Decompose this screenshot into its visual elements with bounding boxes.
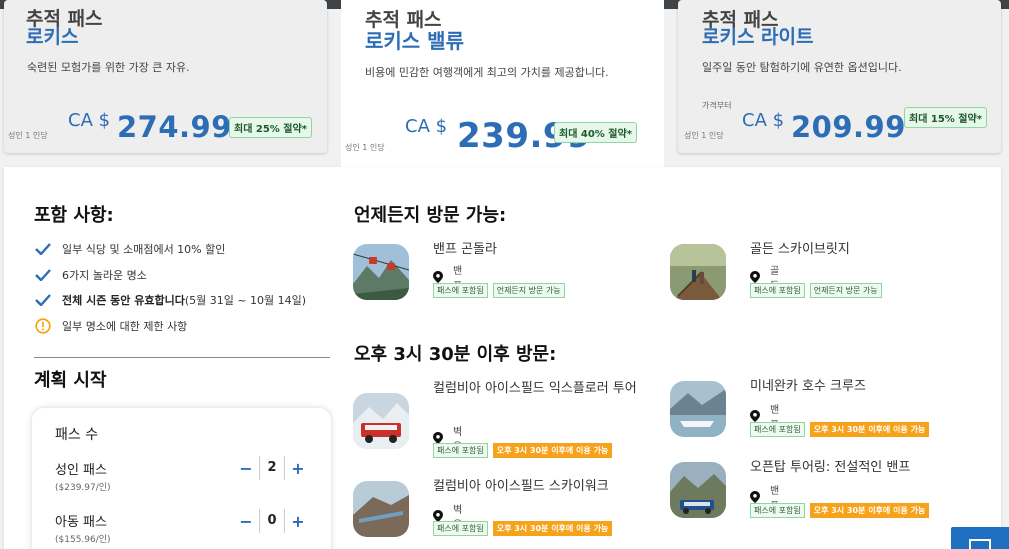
after-330-tag: 오후 3시 30분 이후에 이용 가능 — [492, 521, 613, 536]
price-from-label: 가격부터 — [702, 101, 732, 110]
adult-pass-price: ($239.97/인) — [55, 483, 111, 493]
attraction-image — [670, 462, 726, 518]
included-item-text: (5월 31일 ~ 10월 14일) — [184, 294, 307, 307]
adult-quantity-stepper[interactable]: − 2 + — [237, 456, 307, 480]
attraction-tags: 패스에 포함됨 오후 3시 30분 이후에 이용 가능 — [433, 521, 613, 536]
child-count[interactable]: 0 — [259, 509, 285, 533]
restrictions-link[interactable]: 일부 명소에 대한 제한 사항 — [62, 318, 187, 334]
chat-icon — [969, 539, 991, 549]
per-person-label: 성인 1 인당 — [8, 131, 48, 140]
attraction-name[interactable]: 밴프 곤돌라 — [433, 240, 658, 259]
child-pass-price: ($155.96/인) — [55, 535, 111, 545]
card-title: 로키스 라이트 — [702, 26, 814, 48]
included-tag: 패스에 포함됨 — [750, 422, 805, 437]
pass-count-box: 패스 수 성인 패스 ($239.97/인) − 2 + 아동 패스 ($155… — [32, 408, 331, 549]
adult-count[interactable]: 2 — [259, 456, 285, 480]
location-pin-icon — [750, 271, 760, 283]
included-tag: 패스에 포함됨 — [433, 283, 488, 298]
pass-card-rockies-lite[interactable]: 추적 패스 로키스 라이트 일주일 동안 탐험하기에 유연한 옵션입니다. 가격… — [678, 0, 1001, 153]
attraction-tags: 패스에 포함됨 오후 3시 30분 이후에 이용 가능 — [750, 503, 930, 518]
attraction-image — [353, 481, 409, 537]
price-value: 274.99 — [117, 110, 232, 144]
plus-button[interactable]: + — [289, 459, 307, 478]
child-pass-label: 아동 패스 — [55, 515, 107, 530]
pass-details-panel: 포함 사항: 일부 식당 및 소매점에서 10% 할인 6가지 놀라운 명소 전… — [4, 167, 1001, 549]
check-icon — [34, 240, 52, 258]
after-330-tag: 오후 3시 30분 이후에 이용 가능 — [492, 443, 613, 458]
price-value: 209.99 — [791, 110, 906, 144]
included-item-bold: 전체 시즌 동안 유효합니다 — [62, 294, 185, 307]
attraction-image — [353, 244, 409, 300]
check-icon — [34, 266, 52, 284]
location-pin-icon — [433, 271, 443, 283]
minus-button[interactable]: − — [237, 459, 255, 478]
attraction-name[interactable]: 컬럼비아 아이스필드 스카이워크 — [433, 477, 658, 496]
pass-card-rockies[interactable]: 추적 패스 로키스 숙련된 모험가를 위한 가장 큰 자유. CA $ 274.… — [4, 0, 327, 153]
per-person-label: 성인 1 인당 — [345, 143, 385, 152]
savings-badge: 최대 40% 절약* — [554, 122, 637, 143]
adult-pass-label: 성인 패스 — [55, 463, 107, 478]
card-description: 비용에 민감한 여행객에게 최고의 가치를 제공합니다. — [365, 66, 609, 79]
attraction-name[interactable]: 미네완카 호수 크루즈 — [750, 377, 975, 396]
after-330-tag: 오후 3시 30분 이후에 이용 가능 — [809, 503, 930, 518]
check-icon — [34, 291, 52, 309]
attraction-tags: 패스에 포함됨 오후 3시 30분 이후에 이용 가능 — [750, 422, 930, 437]
attraction-image — [353, 393, 409, 449]
card-title: 로키스 — [26, 26, 79, 48]
pass-count-title: 패스 수 — [55, 427, 99, 443]
attraction-image — [670, 381, 726, 437]
included-tag: 패스에 포함됨 — [433, 521, 488, 536]
card-title: 로키스 밸류 — [365, 29, 464, 53]
per-person-label: 성인 1 인당 — [684, 131, 724, 140]
location-pin-icon — [750, 491, 760, 503]
location-pin-icon — [750, 410, 760, 422]
alert-icon — [34, 317, 52, 335]
savings-badge: 최대 25% 절약* — [229, 117, 312, 138]
included-item[interactable]: 일부 명소에 대한 제한 사항 — [34, 317, 187, 335]
included-tag: 패스에 포함됨 — [750, 503, 805, 518]
included-tag: 패스에 포함됨 — [750, 283, 805, 298]
after-330-tag: 오후 3시 30분 이후에 이용 가능 — [809, 422, 930, 437]
card-pretitle: 추적 패스 — [365, 9, 442, 31]
included-item: 일부 식당 및 소매점에서 10% 할인 — [34, 240, 225, 258]
pass-card-rockies-value[interactable]: 추적 패스 로키스 밸류 비용에 민감한 여행객에게 최고의 가치를 제공합니다… — [341, 0, 664, 167]
attraction-name[interactable]: 오픈탑 투어링: 전설적인 밴프 — [750, 458, 975, 477]
card-description: 숙련된 모험가를 위한 가장 큰 자유. — [27, 61, 190, 74]
included-item: 전체 시즌 동안 유효합니다 (5월 31일 ~ 10월 14일) — [34, 291, 306, 309]
included-item-text: 6가지 놀라운 명소 — [62, 269, 147, 282]
attraction-tags: 패스에 포함됨 오후 3시 30분 이후에 이용 가능 — [433, 443, 613, 458]
divider — [34, 357, 330, 358]
anytime-tag: 언제든지 방문 가능 — [492, 283, 565, 298]
attraction-tags: 패스에 포함됨 언제든지 방문 가능 — [433, 283, 565, 298]
after-heading: 오후 3시 30분 이후 방문: — [354, 344, 557, 365]
included-tag: 패스에 포함됨 — [433, 443, 488, 458]
price-currency: CA $ — [742, 110, 785, 131]
plan-heading: 계획 시작 — [34, 370, 107, 391]
plus-button[interactable]: + — [289, 512, 307, 531]
child-quantity-stepper[interactable]: − 0 + — [237, 509, 307, 533]
included-item-text: 일부 식당 및 소매점에서 10% 할인 — [62, 243, 226, 256]
attraction-name[interactable]: 골든 스카이브릿지 — [750, 240, 975, 259]
attraction-tags: 패스에 포함됨 언제든지 방문 가능 — [750, 283, 882, 298]
anytime-heading: 언제든지 방문 가능: — [354, 205, 507, 226]
included-item: 6가지 놀라운 명소 — [34, 266, 147, 284]
card-description: 일주일 동안 탐험하기에 유연한 옵션입니다. — [702, 61, 902, 74]
savings-badge: 최대 15% 절약* — [904, 107, 987, 128]
attraction-image — [670, 244, 726, 300]
price-currency: CA $ — [68, 110, 111, 131]
price-currency: CA $ — [405, 116, 448, 137]
chat-widget-button[interactable] — [951, 527, 1009, 549]
minus-button[interactable]: − — [237, 512, 255, 531]
attraction-name[interactable]: 컬럼비아 아이스필드 익스플로러 투어 — [433, 379, 658, 398]
anytime-tag: 언제든지 방문 가능 — [809, 283, 882, 298]
included-heading: 포함 사항: — [34, 205, 114, 226]
